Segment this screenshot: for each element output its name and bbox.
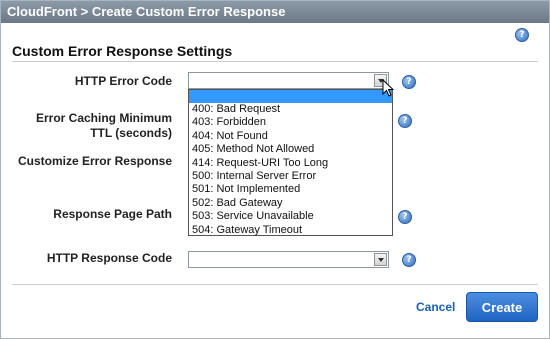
response-page-path-help-icon[interactable]: ?: [398, 210, 412, 224]
dropdown-option[interactable]: 501: Not Implemented: [189, 183, 392, 196]
cancel-button[interactable]: Cancel: [416, 300, 455, 314]
dialog-help-icon[interactable]: ?: [515, 28, 529, 42]
customize-error-response-label: Customize Error Response: [17, 154, 172, 168]
error-caching-label-line1: Error Caching Minimum: [35, 111, 172, 125]
create-custom-error-response-dialog: CloudFront > Create Custom Error Respons…: [0, 0, 550, 339]
http-error-code-select[interactable]: [188, 72, 389, 89]
dropdown-option[interactable]: 403: Forbidden: [189, 116, 392, 129]
dropdown-option[interactable]: 405: Method Not Allowed: [189, 143, 392, 156]
dropdown-highlighted-empty-option[interactable]: [189, 90, 392, 103]
create-button[interactable]: Create: [466, 292, 538, 322]
section-title: Custom Error Response Settings: [12, 43, 233, 59]
http-response-code-help-icon[interactable]: ?: [402, 253, 416, 267]
chevron-down-icon[interactable]: [374, 253, 387, 266]
http-error-code-help-icon[interactable]: ?: [402, 75, 416, 89]
http-response-code-label: HTTP Response Code: [46, 251, 172, 265]
http-response-code-select[interactable]: [188, 251, 389, 268]
dropdown-option[interactable]: 503: Service Unavailable: [189, 210, 392, 223]
dropdown-option[interactable]: 504: Gateway Timeout: [189, 224, 392, 237]
error-caching-help-icon[interactable]: ?: [398, 114, 412, 128]
dropdown-option[interactable]: 400: Bad Request: [189, 103, 392, 116]
dropdown-option[interactable]: 500: Internal Server Error: [189, 170, 392, 183]
dropdown-option[interactable]: 404: Not Found: [189, 130, 392, 143]
dropdown-option[interactable]: 414: Request-URI Too Long: [189, 157, 392, 170]
footer-divider: [12, 284, 538, 285]
error-caching-ttl-label: Error Caching Minimum TTL (seconds): [21, 111, 172, 141]
mouse-pointer-icon: [382, 79, 394, 97]
response-page-path-label: Response Page Path: [53, 207, 172, 221]
error-caching-label-line2: TTL (seconds): [90, 126, 172, 140]
http-error-code-label: HTTP Error Code: [74, 74, 172, 88]
dropdown-option[interactable]: 502: Bad Gateway: [189, 197, 392, 210]
http-error-code-dropdown-list[interactable]: 400: Bad Request 403: Forbidden 404: Not F…: [188, 89, 393, 236]
section-divider: [12, 61, 538, 62]
dialog-title: CloudFront > Create Custom Error Respons…: [1, 1, 549, 23]
